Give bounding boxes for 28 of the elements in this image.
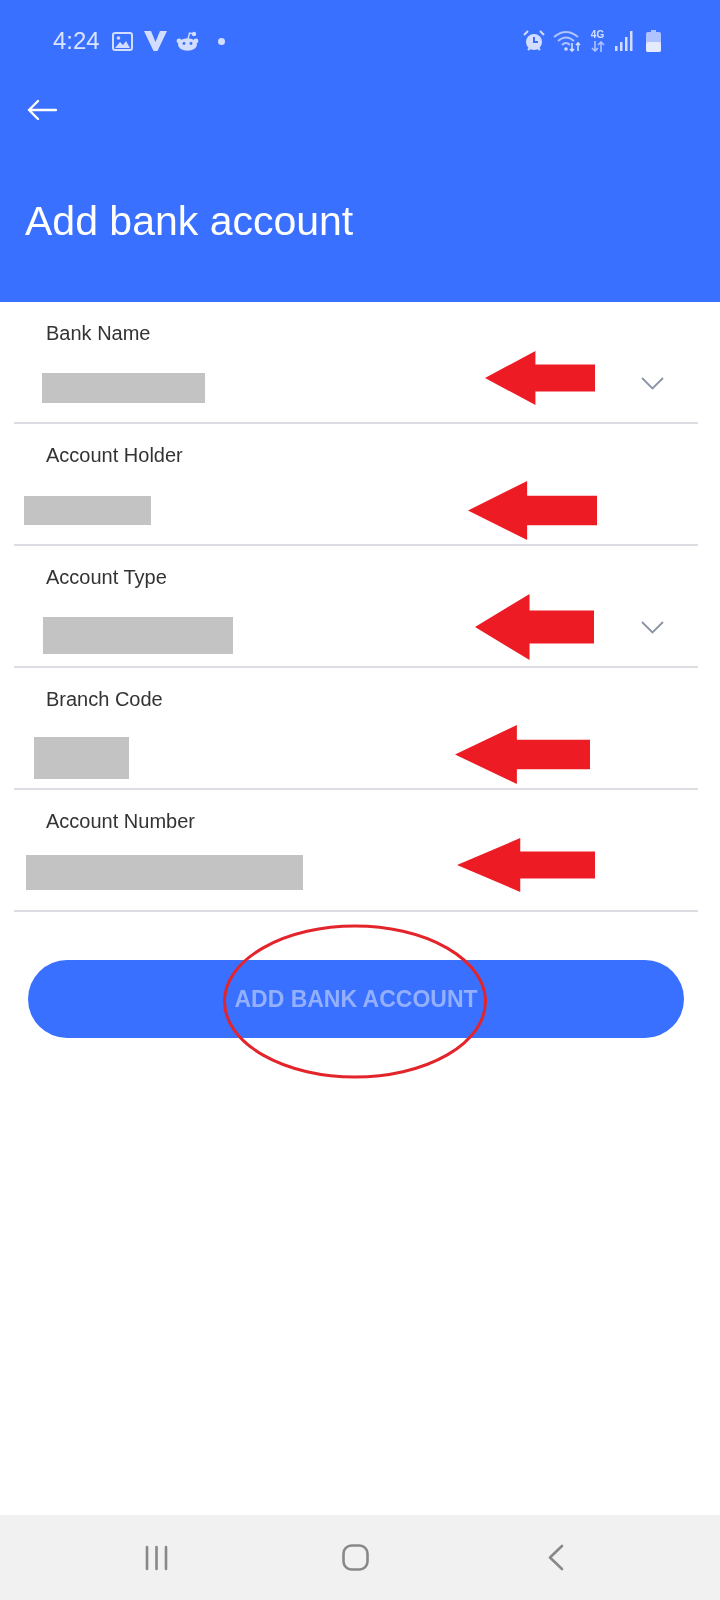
back-icon[interactable] [548,1544,564,1571]
v-logo-icon [143,31,167,51]
page-title: Add bank account [25,197,355,245]
alarm-clock-icon [523,30,545,52]
battery-icon [646,30,661,52]
chevron-down-icon[interactable] [641,620,664,634]
signal-bars-icon [615,31,633,51]
chevron-down-icon[interactable] [641,376,664,390]
back-arrow-icon[interactable] [27,99,57,121]
field-label: Account Holder [45,443,183,467]
notification-dot-icon [217,37,225,45]
network-type-label: 4G [590,30,605,40]
wifi-icon [553,30,581,52]
field-label: Bank Name [45,321,151,345]
home-icon[interactable] [342,1544,369,1571]
field-label: Branch Code [45,687,163,711]
text-field[interactable]: Account Number [14,790,698,912]
dropdown-field[interactable]: Account Type [14,546,698,668]
field-label: Account Type [45,565,167,589]
image-icon [111,31,133,51]
status-time: 4:24 [53,27,100,55]
antenna-head-icon [175,31,199,51]
data-arrows-icon [590,41,605,52]
text-field[interactable]: Account Holder [14,424,698,546]
text-field[interactable]: Branch Code [14,668,698,790]
recent-apps-icon[interactable] [145,1544,168,1571]
field-label: Account Number [45,809,195,833]
dropdown-field[interactable]: Bank Name [14,302,698,424]
